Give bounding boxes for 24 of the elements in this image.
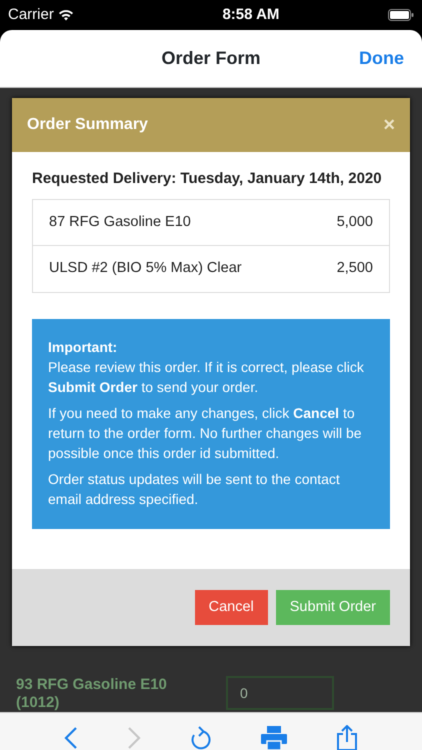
notice-heading: Important: (48, 338, 118, 357)
modal-title: Order Summary (27, 115, 148, 135)
carrier-label: Carrier (8, 4, 54, 25)
notice-text: Please review this order. If it is correct, please click Submit Order to send your order. (48, 358, 365, 397)
close-button[interactable]: × (383, 115, 395, 135)
notice-text: If you need to make any changes, click Cancel to return to the order form. No further changes will be possible once this order id submitted. (48, 404, 363, 463)
delivery-date: Requested Delivery: Tuesday, January 14th, 2020 (32, 169, 383, 189)
share-icon (336, 724, 358, 750)
reload-icon (190, 724, 212, 750)
product-quantity: 2,500 (336, 259, 373, 278)
back-icon (64, 726, 78, 750)
product-name: 87 RFG Gasoline E10 (49, 212, 191, 232)
product-name: ULSD #2 (BIO 5% Max) Clear (49, 259, 242, 278)
wifi-icon (58, 9, 74, 21)
product-quantity: 5,000 (336, 212, 373, 232)
submit-button[interactable]: Submit Order (276, 590, 390, 626)
cancel-button[interactable]: Cancel (194, 590, 268, 626)
done-button[interactable]: Done (353, 44, 410, 73)
field-label: 93 RFG Gasoline E10 (1012) (16, 676, 168, 712)
notice-text: Order status updates will be sent to the contact email address specified. (48, 470, 341, 509)
status-time: 8:58 AM (222, 4, 280, 25)
battery-icon (388, 9, 414, 21)
nav-title: Order Form (161, 47, 261, 70)
quantity-field[interactable]: 0 (226, 676, 334, 710)
